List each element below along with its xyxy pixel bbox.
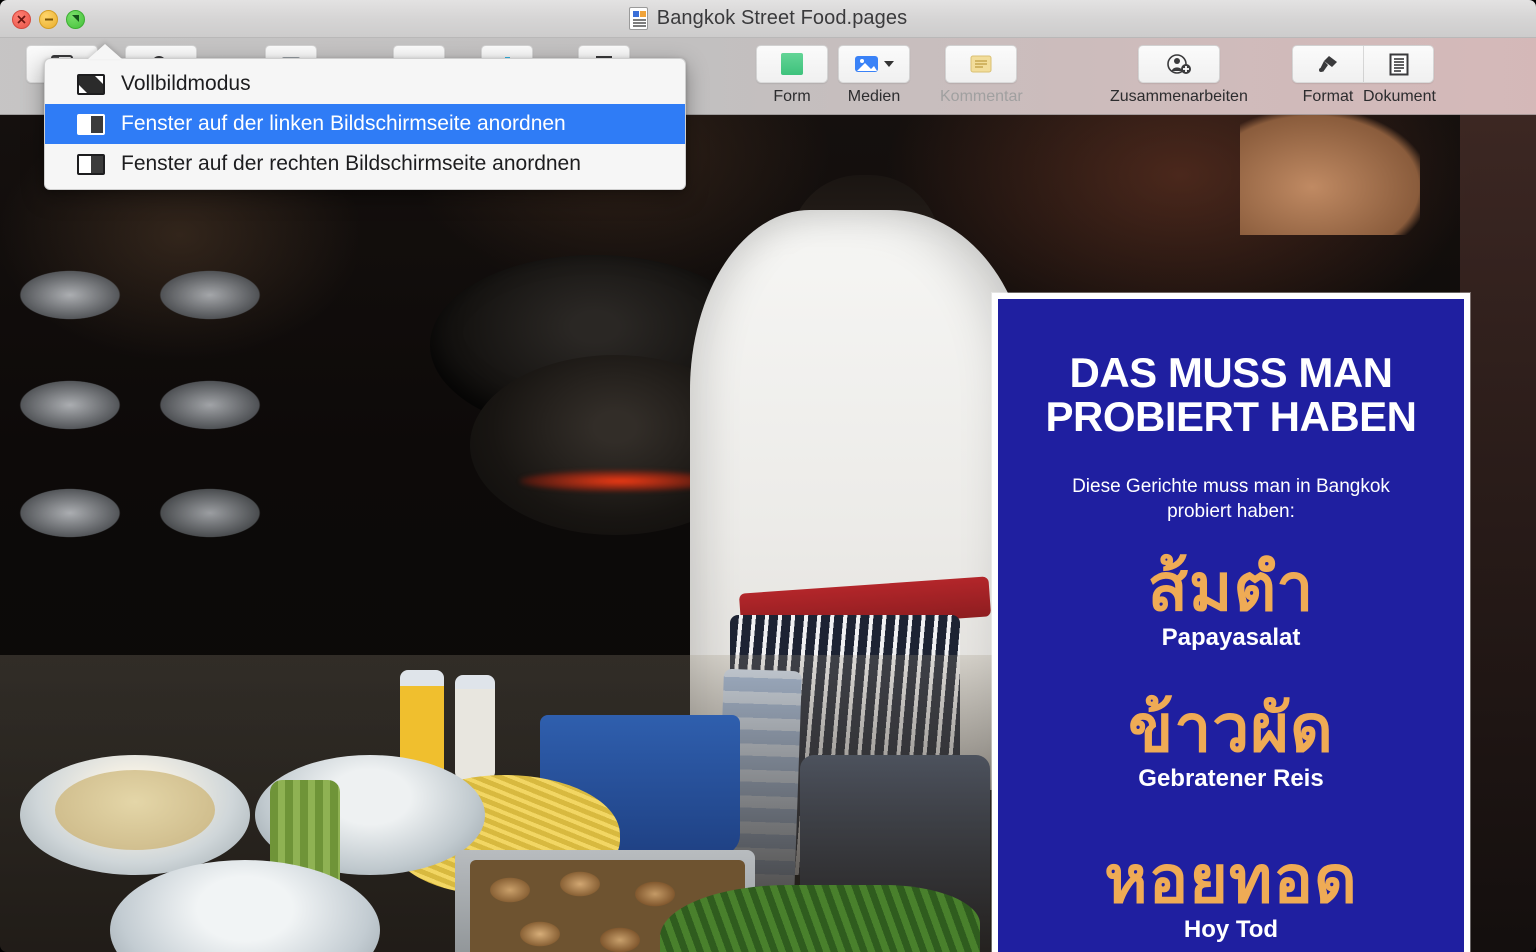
zoom-button[interactable] bbox=[66, 10, 85, 29]
blue-page-panel[interactable]: DAS MUSS MAN PROBIERT HABEN Diese Gerich… bbox=[992, 293, 1470, 952]
toolbar-item-kommentar[interactable]: Kommentar bbox=[940, 45, 1023, 106]
minimize-icon bbox=[44, 18, 53, 21]
dish-german-name: Hoy Tod bbox=[1183, 916, 1279, 944]
toolbar-label-dokument: Dokument bbox=[1363, 88, 1436, 105]
format-button[interactable] bbox=[1293, 46, 1363, 82]
toolbar-label-format: Format bbox=[1302, 88, 1354, 105]
chevron-down-icon[interactable] bbox=[884, 61, 894, 67]
traffic-lights bbox=[12, 10, 85, 29]
document-button[interactable] bbox=[1363, 46, 1433, 82]
dish-german-name: Papayasalat bbox=[1161, 623, 1301, 651]
close-icon bbox=[17, 15, 26, 24]
fullscreen-arrow-icon bbox=[72, 15, 79, 22]
pages-document-icon bbox=[628, 7, 648, 30]
toolbar-item-form[interactable]: Form bbox=[756, 45, 828, 106]
toolbar-segmented-inspector[interactable]: Format Dokument bbox=[1292, 45, 1436, 106]
dish-thai-name: ข้าวผัด bbox=[1128, 690, 1334, 765]
toolbar-label-zusammenarbeiten: Zusammenarbeiten bbox=[1110, 88, 1248, 105]
shape-icon-glyph bbox=[781, 53, 803, 75]
window-title: Bangkok Street Food.pages bbox=[656, 7, 908, 29]
media-icon[interactable] bbox=[838, 45, 910, 83]
dish-item: ส้มตำ Papayasalat bbox=[1147, 549, 1315, 652]
comment-icon[interactable] bbox=[945, 45, 1018, 83]
document-icon bbox=[1389, 53, 1408, 75]
dish-thai-name: ส้มตำ bbox=[1147, 549, 1315, 624]
window-arrangement-menu[interactable]: Vollbildmodus Fenster auf der linken Bil… bbox=[44, 58, 686, 190]
menu-item-tile-left[interactable]: Fenster auf der linken Bildschirmseite a… bbox=[45, 104, 685, 144]
menu-item-vollbildmodus[interactable]: Vollbildmodus bbox=[45, 64, 685, 104]
toolbar-label-form: Form bbox=[773, 88, 811, 105]
dish-item: ข้าวผัด Gebratener Reis bbox=[1128, 690, 1334, 793]
tile-right-icon bbox=[77, 153, 105, 175]
minimize-button[interactable] bbox=[39, 10, 58, 29]
toolbar-label-medien: Medien bbox=[847, 88, 901, 105]
fullscreen-icon bbox=[77, 73, 105, 95]
shape-icon[interactable] bbox=[756, 45, 828, 83]
page-title: DAS MUSS MAN PROBIERT HABEN bbox=[1045, 349, 1417, 441]
media-icon-glyph bbox=[855, 56, 878, 72]
collaborate-icon-glyph bbox=[1167, 54, 1191, 74]
paintbrush-icon bbox=[1319, 56, 1337, 72]
page-subtitle: Diese Gerichte muss man in Bangkok probi… bbox=[1072, 476, 1390, 522]
toolbar-item-zusammenarbeiten[interactable]: Zusammenarbeiten bbox=[1110, 45, 1248, 106]
title-bar: Bangkok Street Food.pages bbox=[0, 0, 1536, 38]
app-window: DAS MUSS MAN PROBIERT HABEN Diese Gerich… bbox=[0, 0, 1536, 952]
comment-icon-glyph bbox=[970, 55, 992, 73]
menu-item-label: Vollbildmodus bbox=[121, 72, 251, 95]
dish-german-name: Gebratener Reis bbox=[1138, 765, 1324, 793]
dish-thai-name: หอยทอด bbox=[1104, 842, 1358, 917]
toolbar-label-kommentar: Kommentar bbox=[940, 88, 1023, 105]
dish-item: หอยทอด Hoy Tod bbox=[1104, 842, 1358, 944]
tile-left-icon bbox=[77, 113, 105, 135]
document-canvas[interactable]: DAS MUSS MAN PROBIERT HABEN Diese Gerich… bbox=[0, 115, 1536, 952]
menu-pointer-arrow bbox=[88, 44, 122, 59]
collaborate-icon[interactable] bbox=[1137, 45, 1220, 83]
menu-item-label: Fenster auf der rechten Bildschirmseite … bbox=[121, 152, 581, 175]
toolbar-item-medien[interactable]: Medien bbox=[838, 45, 910, 106]
menu-item-tile-right[interactable]: Fenster auf der rechten Bildschirmseite … bbox=[45, 144, 685, 184]
close-button[interactable] bbox=[12, 10, 31, 29]
menu-item-label: Fenster auf der linken Bildschirmseite a… bbox=[121, 112, 566, 135]
